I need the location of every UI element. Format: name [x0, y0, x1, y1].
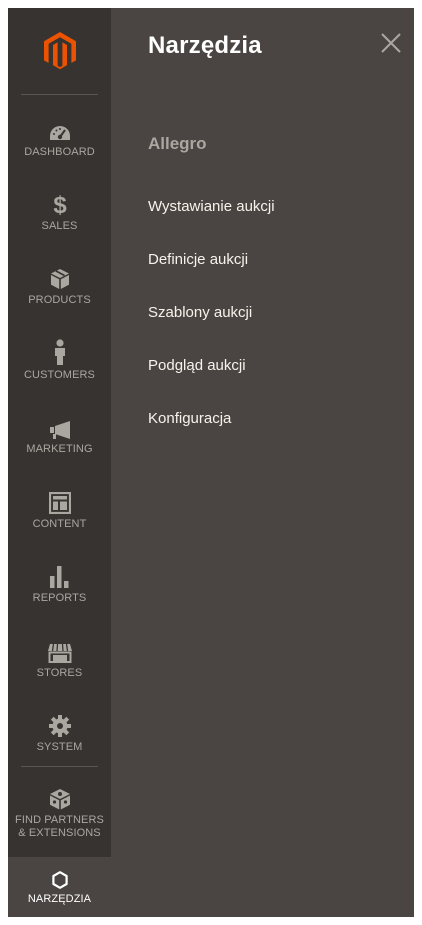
sidebar-item-label: CONTENT — [32, 518, 87, 530]
magento-logo-icon — [43, 32, 76, 70]
cube-icon — [50, 264, 70, 290]
sidebar-item-label: SYSTEM — [36, 741, 83, 753]
sidebar-item-label: PRODUCTS — [28, 294, 91, 306]
sidebar-item-marketing[interactable]: MARKETING — [8, 403, 111, 478]
sidebar-item-narzedzia[interactable]: NARZĘDZIA — [8, 857, 111, 917]
sidebar-item-find-partners[interactable]: FIND PARTNERS & EXTENSIONS — [8, 774, 111, 854]
speedometer-icon — [48, 116, 72, 142]
admin-menu-frame: DASHBOARD $ SALES PRODUCTS CUSTOMERS MAR… — [8, 8, 414, 917]
sidebar-item-customers[interactable]: CUSTOMERS — [8, 329, 111, 404]
sidebar-item-products[interactable]: PRODUCTS — [8, 254, 111, 329]
sidebar-item-label: CUSTOMERS — [24, 369, 95, 381]
sidebar-item-label: REPORTS — [32, 592, 87, 604]
sidebar-item-content[interactable]: CONTENT — [8, 478, 111, 553]
close-icon — [381, 33, 401, 53]
admin-sidebar: DASHBOARD $ SALES PRODUCTS CUSTOMERS MAR… — [8, 8, 111, 917]
sidebar-divider — [21, 94, 98, 95]
magento-logo[interactable] — [8, 8, 111, 94]
sidebar-item-label: FIND PARTNERS & EXTENSIONS — [15, 814, 104, 839]
sidebar-item-reports[interactable]: REPORTS — [8, 552, 111, 627]
submenu-panel: Narzędzia Allegro Wystawianie aukcji Def… — [111, 8, 414, 917]
person-icon — [53, 339, 67, 365]
close-button[interactable] — [378, 30, 404, 56]
sidebar-item-label: SALES — [41, 220, 78, 232]
menu-link-szablony-aukcji[interactable]: Szablony aukcji — [148, 304, 252, 321]
hexagon-icon — [51, 871, 68, 889]
megaphone-icon — [48, 413, 72, 439]
gear-icon — [48, 711, 71, 737]
menu-link-konfiguracja[interactable]: Konfiguracja — [148, 410, 231, 427]
bar-chart-icon — [49, 562, 71, 588]
sidebar-item-label: MARKETING — [26, 443, 93, 455]
partners-cube-icon — [49, 784, 71, 810]
sidebar-divider — [21, 766, 98, 767]
menu-link-podglad-aukcji[interactable]: Podgląd aukcji — [148, 357, 246, 374]
sidebar-item-label: NARZĘDZIA — [27, 893, 92, 905]
sidebar-item-dashboard[interactable]: DASHBOARD — [8, 106, 111, 181]
sidebar-item-label: DASHBOARD — [24, 146, 95, 158]
sidebar-item-sales[interactable]: $ SALES — [8, 180, 111, 255]
sidebar-item-stores[interactable]: STORES — [8, 627, 111, 702]
storefront-icon — [47, 637, 73, 663]
menu-link-definicje-aukcji[interactable]: Definicje aukcji — [148, 251, 248, 268]
section-title-allegro: Allegro — [148, 134, 207, 153]
sidebar-item-label: STORES — [36, 667, 83, 679]
menu-link-wystawianie-aukcji[interactable]: Wystawianie aukcji — [148, 198, 275, 215]
dollar-icon: $ — [52, 190, 68, 216]
layout-icon — [48, 488, 71, 514]
sidebar-item-system[interactable]: SYSTEM — [8, 701, 111, 776]
svg-text:$: $ — [53, 192, 67, 216]
panel-title: Narzędzia — [148, 32, 262, 59]
